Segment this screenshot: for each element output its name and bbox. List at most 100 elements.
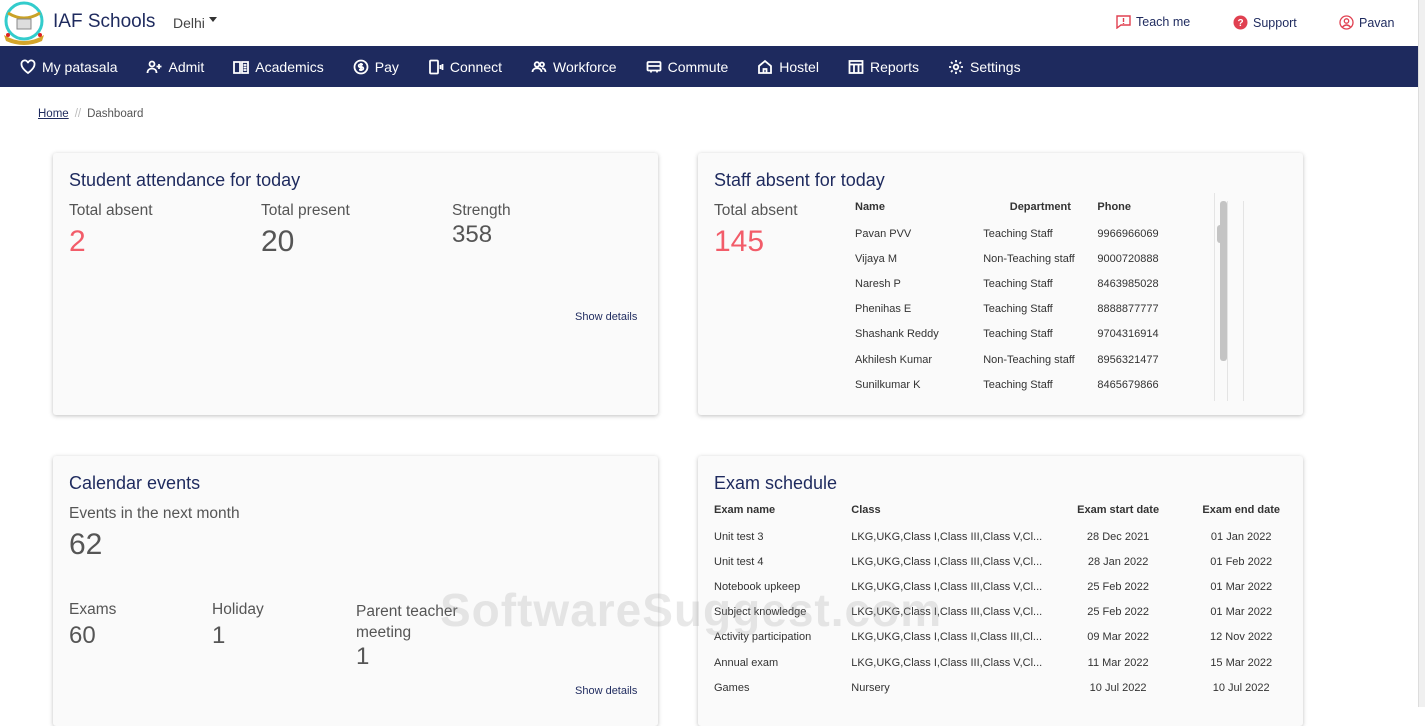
table-cell: Games — [714, 681, 750, 694]
table-cell: Sunilkumar K — [855, 378, 921, 391]
user-plus-icon — [147, 60, 162, 73]
nav-item-label: Admit — [168, 58, 205, 75]
table-row: Subject knowledge LKG,UKG,Class I,Class I… — [714, 600, 1292, 625]
table-row: Unit test 3 LKG,UKG,Class I,Class III,Cla… — [714, 524, 1292, 549]
table-cell: 8956321477 — [1097, 353, 1159, 366]
staff-table: Name Department Phone Pavan PVV Teaching Sta… — [855, 193, 1175, 397]
student-attendance-card: Student attendance for today Total absen… — [53, 153, 658, 415]
nav-item-academics[interactable]: Academics — [233, 58, 324, 75]
nav-item-label: My patasala — [42, 58, 118, 75]
scroll-track-left — [1227, 201, 1228, 401]
ptm-label: Parent teacher meeting — [356, 603, 458, 641]
table-row: Games Nursery 10 Jul 2022 10 Jul 2022 — [714, 675, 1292, 700]
table-cell: LKG,UKG,Class I,Class III,Class V,Cl... — [851, 530, 1043, 543]
nav-item-connect[interactable]: Connect — [428, 59, 502, 75]
support-link[interactable]: ? Support — [1233, 15, 1297, 30]
column-header: Name — [855, 201, 885, 213]
breadcrumb-home[interactable]: Home — [38, 108, 69, 120]
table-cell: 01 Jan 2022 — [1210, 530, 1272, 543]
nav-item-reports[interactable]: Reports — [848, 59, 919, 75]
page-scrollbar[interactable] — [1418, 0, 1425, 707]
column-header: Department — [1009, 201, 1071, 213]
table-row: Activity participation LKG,UKG,Class I,Cl… — [714, 625, 1292, 650]
nav-item-my-patasala[interactable]: My patasala — [20, 59, 117, 75]
brand-name[interactable]: IAF Schools — [53, 11, 155, 33]
scroll-track-right — [1243, 201, 1244, 401]
nav-item-label: Commute — [667, 58, 729, 75]
nav-item-label: Workforce — [553, 58, 617, 75]
table-cell: 10 Jul 2022 — [1212, 681, 1270, 694]
column-header: Exam start date — [1077, 504, 1160, 516]
table-cell: 10 Jul 2022 — [1089, 681, 1147, 694]
nav-item-settings[interactable]: Settings — [948, 59, 1021, 75]
nav-item-admit[interactable]: Admit — [146, 59, 204, 75]
table-row: Sunilkumar K Teaching Staff 8465679866 — [855, 372, 1175, 397]
teach-me-link[interactable]: Teach me — [1116, 15, 1190, 29]
table-row: Akhilesh Kumar Non-Teaching staff 89563214… — [855, 347, 1175, 372]
total-absent-value: 2 — [69, 225, 86, 258]
table-cell: Unit test 4 — [714, 555, 764, 568]
holiday-value: 1 — [212, 622, 226, 649]
table-cell: 9000720888 — [1097, 252, 1159, 265]
table-cell: Shashank Reddy — [855, 328, 939, 341]
city-dropdown[interactable]: Delhi — [173, 15, 217, 31]
nav-item-label: Hostel — [779, 58, 819, 75]
nav-item-hostel[interactable]: Hostel — [757, 59, 819, 75]
table-cell: Akhilesh Kumar — [855, 353, 933, 366]
table-row: Vijaya M Non-Teaching staff 9000720888 — [855, 246, 1175, 271]
chat-alert-icon — [1116, 15, 1131, 29]
support-label: Support — [1253, 15, 1297, 30]
phone-icon — [428, 59, 444, 74]
user-menu[interactable]: Pavan — [1339, 15, 1394, 30]
table-cell: 9966966069 — [1097, 227, 1159, 240]
table-cell: 11 Mar 2022 — [1087, 656, 1149, 669]
staff-absent-label: Total absent — [714, 202, 798, 219]
table-cell: Teaching Staff — [983, 303, 1053, 316]
nav-item-label: Pay — [374, 58, 399, 75]
exams-label: Exams — [69, 601, 117, 618]
table-cell: LKG,UKG,Class I,Class III,Class V,Cl... — [851, 555, 1043, 568]
strength-value: 358 — [452, 221, 493, 248]
exam-table: Exam name Class Exam start date Exam end da… — [714, 496, 1292, 700]
column-header: Exam name — [714, 504, 776, 516]
home-icon — [758, 59, 773, 74]
card-scrollbar[interactable] — [1220, 201, 1227, 361]
bus-icon — [646, 60, 661, 72]
top-header: IAF Schools Delhi Teach me ? Support Pava… — [0, 0, 1418, 46]
main-nav: My patasala Admit Academics Pay Connect Workf… — [0, 46, 1418, 87]
table-cell: 01 Mar 2022 — [1210, 580, 1273, 593]
card-title: Staff absent for today — [714, 170, 885, 190]
table-row: Pavan PVV Teaching Staff 9966966069 — [855, 221, 1175, 246]
nav-item-label: Academics — [255, 58, 324, 75]
table-cell: Teaching Staff — [983, 328, 1053, 341]
show-details-link[interactable]: Show details — [575, 311, 637, 323]
svg-text:?: ? — [1237, 18, 1243, 29]
book-icon — [233, 60, 250, 74]
table-cell: Teaching Staff — [983, 227, 1053, 240]
nav-item-pay[interactable]: Pay — [353, 59, 399, 75]
table-cell: Notebook upkeep — [714, 580, 801, 593]
breadcrumb-current: Dashboard — [87, 108, 144, 120]
help-icon: ? — [1233, 15, 1248, 30]
table-row: Shashank Reddy Teaching Staff 9704316914 — [855, 322, 1175, 347]
card-title: Student attendance for today — [69, 170, 301, 190]
events-value: 62 — [69, 528, 103, 561]
events-label: Events in the next month — [69, 505, 240, 522]
table-cell: Teaching Staff — [983, 378, 1053, 391]
nav-item-commute[interactable]: Commute — [646, 58, 729, 75]
total-absent-label: Total absent — [69, 202, 153, 219]
table-cell: 28 Dec 2021 — [1086, 530, 1150, 543]
user-name: Pavan — [1359, 15, 1395, 30]
show-details-link[interactable]: Show details — [575, 685, 637, 697]
strength-label: Strength — [452, 202, 511, 219]
table-cell: LKG,UKG,Class I,Class III,Class V,Cl... — [851, 606, 1043, 619]
table-cell: 01 Feb 2022 — [1210, 555, 1273, 568]
card-title: Exam schedule — [714, 473, 838, 493]
table-cell: Nursery — [851, 681, 890, 694]
gear-icon — [948, 59, 963, 74]
table-cell: Teaching Staff — [983, 277, 1053, 290]
table-row: Unit test 4 LKG,UKG,Class I,Class III,Cla… — [714, 549, 1292, 574]
table-cell: 9704316914 — [1097, 328, 1159, 341]
nav-item-workforce[interactable]: Workforce — [531, 59, 617, 75]
table-cell: 28 Jan 2022 — [1087, 555, 1149, 568]
